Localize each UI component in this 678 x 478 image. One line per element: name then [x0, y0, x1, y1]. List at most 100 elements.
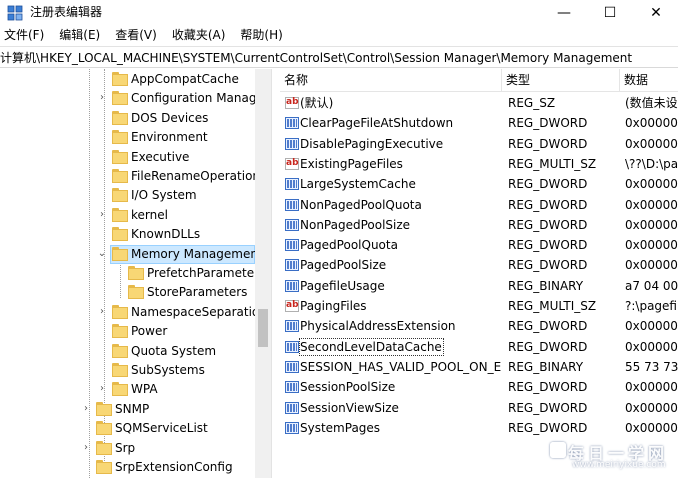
menu-file[interactable]: 文件(F) — [0, 26, 51, 45]
folder-icon — [112, 188, 128, 202]
value-row[interactable]: SESSION_HAS_VALID_POOL_ON_E REG_BINARY 55 … — [280, 357, 678, 377]
binary-value-icon — [284, 257, 300, 273]
value-type: REG_DWORD — [508, 401, 588, 415]
tree-item[interactable]: AppCompatCache — [0, 70, 255, 89]
value-data: 0x000000 — [625, 198, 678, 212]
value-type: REG_MULTI_SZ — [508, 299, 597, 313]
folder-icon — [112, 130, 128, 144]
minimize-button[interactable]: — — [541, 0, 587, 26]
chevron-right-icon[interactable]: › — [97, 383, 107, 395]
tree-item-label: SubSystems — [131, 363, 205, 377]
value-row[interactable]: PagedPoolSize REG_DWORD 0x000000 — [280, 255, 678, 275]
address-path[interactable]: 计算机\HKEY_LOCAL_MACHINE\SYSTEM\CurrentCon… — [0, 50, 632, 66]
tree-item[interactable]: › WPA — [0, 380, 255, 399]
column-header-name[interactable]: 名称 — [280, 69, 502, 91]
tree-item[interactable]: SrpExtensionConfig — [0, 458, 255, 477]
tree-item[interactable]: SQMServiceList — [0, 419, 255, 438]
header-divider — [280, 91, 678, 92]
value-name: PagingFiles — [300, 299, 367, 313]
binary-value-icon — [284, 197, 300, 213]
folder-icon — [112, 363, 128, 377]
binary-value-icon — [284, 420, 300, 436]
value-row[interactable]: NonPagedPoolSize REG_DWORD 0x000000 — [280, 215, 678, 235]
maximize-button[interactable]: ☐ — [587, 0, 633, 26]
tree-item[interactable]: I/O System — [0, 186, 255, 205]
value-row[interactable]: LargeSystemCache REG_DWORD 0x000000 — [280, 174, 678, 194]
tree-item[interactable]: › Srp — [0, 439, 255, 458]
chevron-right-icon[interactable]: › — [97, 306, 107, 318]
tree-item[interactable]: FileRenameOperations — [0, 167, 266, 186]
binary-value-icon — [284, 359, 300, 375]
binary-value-icon — [284, 379, 300, 395]
tree-item[interactable]: Environment — [0, 128, 255, 147]
chevron-right-icon[interactable]: › — [97, 209, 107, 221]
value-type: REG_DWORD — [508, 319, 588, 333]
value-row[interactable]: PhysicalAddressExtension REG_DWORD 0x00000… — [280, 316, 678, 336]
value-row[interactable]: DisablePagingExecutive REG_DWORD 0x000000 — [280, 134, 678, 154]
menu-favorites[interactable]: 收藏夹(A) — [168, 26, 233, 45]
tree-item[interactable]: PrefetchParameters — [0, 264, 265, 283]
column-header-data[interactable]: 数据 — [620, 69, 678, 91]
values-list[interactable]: 名称 类型 数据 ab(默认)REG_SZ(数值未设置)ClearPageFil… — [280, 69, 678, 478]
value-type: REG_SZ — [508, 96, 556, 110]
tree-item[interactable]: Executive — [0, 148, 255, 167]
folder-icon — [112, 72, 128, 86]
tree-item-label: SrpExtensionConfig — [115, 460, 233, 474]
value-row[interactable]: ClearPageFileAtShutdown REG_DWORD 0x000000 — [280, 113, 678, 133]
tree-item[interactable]: DOS Devices — [0, 109, 255, 128]
tree-item[interactable]: SubSystems — [0, 361, 255, 380]
tree-item[interactable]: StoreParameters — [0, 283, 255, 302]
folder-icon — [128, 285, 144, 299]
tree-item-label: kernel — [131, 208, 168, 222]
menu-help[interactable]: 帮助(H) — [236, 26, 289, 45]
value-data: 0x000000 — [625, 218, 678, 232]
value-data: \??\D:\pa — [625, 157, 678, 171]
tree-item[interactable]: Quota System — [0, 342, 255, 361]
menu-view[interactable]: 查看(V) — [111, 26, 164, 45]
tree-item-label: I/O System — [131, 188, 197, 202]
value-name: PagedPoolQuota — [300, 238, 398, 252]
chevron-right-icon[interactable]: › — [81, 403, 91, 415]
value-row[interactable]: ab PagingFiles REG_MULTI_SZ ?:\pagefil — [280, 296, 678, 316]
value-row[interactable]: PagefileUsage REG_BINARY a7 04 00 — [280, 276, 678, 296]
chevron-right-icon[interactable]: › — [81, 442, 91, 454]
tree-item-label: DOS Devices — [131, 111, 209, 125]
folder-icon — [112, 247, 128, 261]
value-row[interactable]: SessionPoolSize REG_DWORD 0x000000 — [280, 377, 678, 397]
value-type: REG_MULTI_SZ — [508, 157, 597, 171]
tree-item-label: Executive — [131, 150, 190, 164]
value-row[interactable]: SecondLevelDataCache REG_DWORD 0x000000 — [280, 337, 678, 357]
tree-item[interactable]: › SNMP — [0, 400, 255, 419]
value-row[interactable]: SystemPages REG_DWORD 0x000000 — [280, 418, 678, 438]
binary-value-icon — [284, 136, 300, 152]
folder-icon — [112, 227, 128, 241]
column-header-type[interactable]: 类型 — [502, 69, 620, 91]
chevron-down-icon[interactable]: ⌄ — [97, 248, 107, 260]
value-row[interactable]: SessionViewSize REG_DWORD 0x000000 — [280, 398, 678, 418]
tree-item-label: Quota System — [131, 344, 217, 358]
value-row[interactable]: NonPagedPoolQuota REG_DWORD 0x000000 — [280, 195, 678, 215]
pane-splitter[interactable] — [271, 69, 280, 478]
value-type: REG_DWORD — [508, 258, 588, 272]
tree-scrollbar-thumb[interactable] — [258, 309, 268, 347]
tree-item[interactable]: ⌄ Memory Management — [0, 245, 263, 264]
tree-item[interactable]: › Configuration Manager — [0, 89, 269, 108]
tree-item[interactable]: KnownDLLs — [0, 225, 255, 244]
value-row[interactable]: ab ExistingPageFiles REG_MULTI_SZ \??\D:\pa — [280, 154, 678, 174]
value-name: SessionPoolSize — [300, 380, 396, 394]
chevron-right-icon[interactable]: › — [97, 92, 107, 104]
tree-item[interactable]: › NamespaceSeparation — [0, 303, 267, 322]
tree-item[interactable]: Power — [0, 322, 255, 341]
value-row[interactable]: ab(默认) REG_SZ (数值未设置) — [280, 93, 678, 113]
tree-scrollbar[interactable] — [255, 69, 271, 478]
tree-item-label: SQMServiceList — [115, 421, 208, 435]
value-row[interactable]: PagedPoolQuota REG_DWORD 0x000000 — [280, 235, 678, 255]
value-type: REG_DWORD — [508, 218, 588, 232]
registry-tree[interactable]: AppCompatCache › Configuration Manager DOS … — [0, 69, 271, 478]
address-bar[interactable]: 计算机\HKEY_LOCAL_MACHINE\SYSTEM\CurrentCon… — [0, 46, 678, 68]
menu-edit[interactable]: 编辑(E) — [55, 26, 107, 45]
tree-item[interactable]: › kernel — [0, 206, 255, 225]
minimize-icon: — — [557, 5, 571, 21]
chevron-right-icon — [97, 73, 107, 85]
close-button[interactable]: ✕ — [633, 0, 678, 26]
